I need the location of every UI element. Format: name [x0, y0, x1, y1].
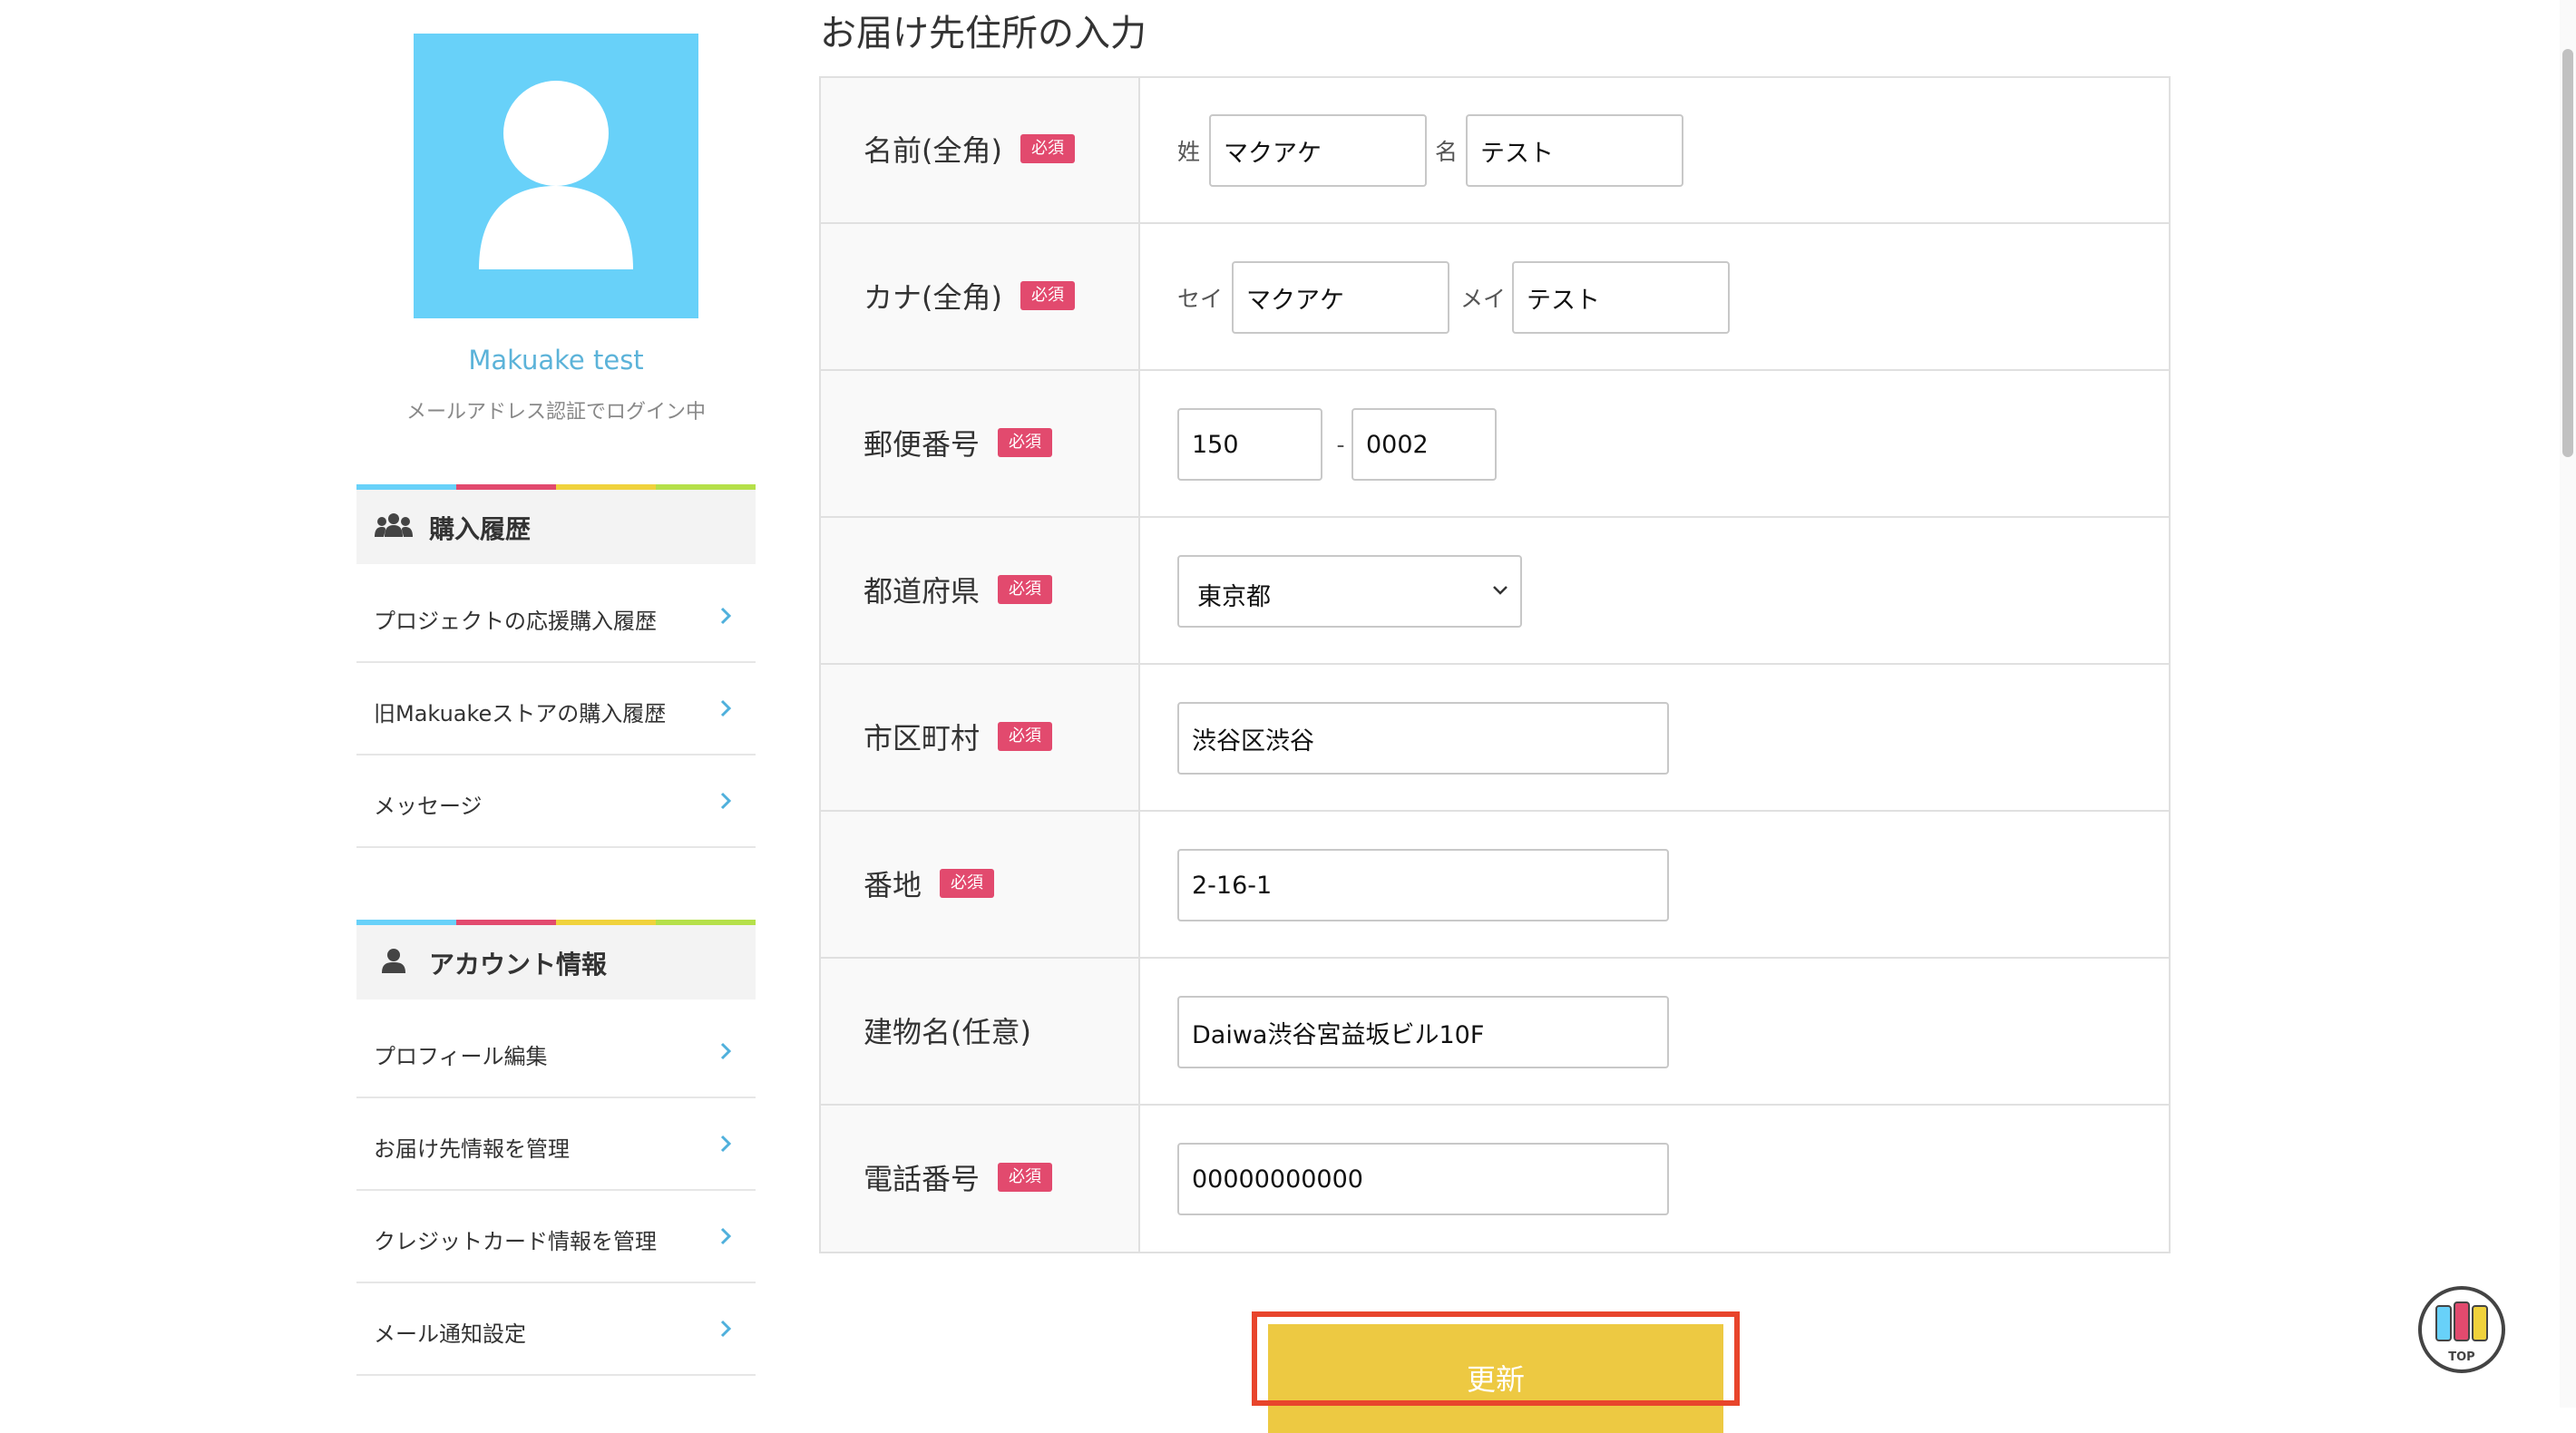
building-label: 建物名(任意)	[864, 1003, 1031, 1058]
postal-separator: -	[1336, 431, 1345, 458]
chevron-right-icon	[720, 1227, 732, 1245]
row-divider	[821, 222, 2169, 224]
color-stripe	[356, 484, 756, 490]
sidebar-item-label: メール通知設定	[374, 1321, 526, 1347]
chevron-right-icon	[720, 792, 732, 810]
required-badge: 必須	[998, 428, 1053, 457]
kana-label: カナ(全角) 必須	[864, 268, 1075, 323]
postal-code-part1-input[interactable]	[1177, 408, 1322, 481]
last-name-input[interactable]	[1209, 114, 1427, 187]
last-kana-prefix: セイ	[1177, 286, 1224, 312]
purchase-history-header: 購入履歴	[356, 484, 756, 564]
people-icon	[375, 513, 413, 537]
first-kana-input[interactable]	[1512, 261, 1730, 334]
sidebar-item-label: お届け先情報を管理	[374, 1136, 570, 1162]
required-badge: 必須	[998, 1163, 1053, 1192]
sidebar-item-messages[interactable]: メッセージ	[356, 755, 756, 848]
required-badge: 必須	[1020, 134, 1075, 163]
chevron-right-icon	[720, 699, 732, 717]
last-name-prefix: 姓	[1177, 139, 1201, 165]
prefecture-label: 都道府県 必須	[864, 562, 1053, 617]
field-label: 番地	[864, 868, 922, 902]
building-input[interactable]	[1177, 996, 1669, 1068]
name-label: 名前(全角) 必須	[864, 122, 1075, 176]
address-label: 番地 必須	[864, 856, 995, 911]
required-badge: 必須	[998, 575, 1053, 604]
city-label: 市区町村 必須	[864, 709, 1053, 764]
makuake-top-icon[interactable]: TOP	[2416, 1284, 2507, 1375]
section-title: 購入履歴	[429, 514, 532, 544]
sidebar-item-profile-edit[interactable]: プロフィール編集	[356, 1005, 756, 1098]
field-label: 電話番号	[864, 1162, 981, 1196]
postal-code-part2-input[interactable]	[1351, 408, 1497, 481]
phone-label: 電話番号 必須	[864, 1150, 1053, 1204]
sidebar-item-label: プロフィール編集	[374, 1044, 548, 1069]
sidebar-item-shipping-address[interactable]: お届け先情報を管理	[356, 1097, 756, 1191]
chevron-right-icon	[720, 1320, 732, 1338]
field-label: 市区町村	[864, 721, 981, 755]
chevron-right-icon	[720, 1135, 732, 1153]
sidebar-item-email-notifications[interactable]: メール通知設定	[356, 1282, 756, 1376]
avatar	[414, 34, 698, 318]
field-label: カナ(全角)	[864, 280, 1002, 315]
first-name-prefix: 名	[1435, 139, 1459, 165]
field-label: 建物名(任意)	[864, 1015, 1031, 1049]
color-stripe	[356, 920, 756, 925]
top-button-label: TOP	[2448, 1350, 2474, 1364]
last-kana-input[interactable]	[1232, 261, 1449, 334]
row-divider	[821, 810, 2169, 812]
prefecture-selected-value: 東京都	[1197, 583, 1271, 611]
required-badge: 必須	[998, 722, 1053, 751]
street-address-input[interactable]	[1177, 849, 1669, 921]
account-info-header: アカウント情報	[356, 920, 756, 999]
phone-input[interactable]	[1177, 1143, 1669, 1215]
sidebar-item-credit-card[interactable]: クレジットカード情報を管理	[356, 1190, 756, 1283]
scrollbar-thumb[interactable]	[2562, 49, 2573, 457]
section-title: アカウント情報	[429, 950, 608, 980]
page-title: お届け先住所の入力	[820, 13, 1147, 54]
required-badge: 必須	[940, 869, 995, 898]
sidebar-item-label: プロジェクトの応援購入履歴	[374, 609, 657, 634]
sidebar-item-old-store-history[interactable]: 旧Makuakeストアの購入履歴	[356, 662, 756, 755]
sidebar-item-label: クレジットカード情報を管理	[374, 1229, 657, 1254]
highlight-frame	[1252, 1311, 1740, 1406]
first-kana-prefix: メイ	[1460, 286, 1507, 312]
field-label: 都道府県	[864, 574, 981, 609]
city-input[interactable]	[1177, 702, 1669, 775]
row-divider	[821, 663, 2169, 665]
postal-label: 郵便番号 必須	[864, 415, 1053, 470]
field-label: 名前(全角)	[864, 133, 1002, 168]
user-silhouette-icon	[479, 81, 633, 269]
prefecture-select[interactable]: 東京都	[1177, 555, 1522, 628]
label-column	[821, 78, 1140, 1252]
chevron-right-icon	[720, 1042, 732, 1060]
first-name-input[interactable]	[1466, 114, 1683, 187]
user-name[interactable]: Makuake test	[356, 345, 756, 375]
row-divider	[821, 957, 2169, 959]
chevron-right-icon	[720, 607, 732, 625]
chevron-down-icon	[1493, 586, 1508, 595]
login-status: メールアドレス認証でログイン中	[405, 401, 706, 424]
required-badge: 必須	[1020, 281, 1075, 310]
row-divider	[821, 1104, 2169, 1106]
row-divider	[821, 369, 2169, 371]
person-icon	[382, 949, 405, 973]
sidebar-item-label: 旧Makuakeストアの購入履歴	[374, 701, 667, 726]
sidebar-item-project-purchase-history[interactable]: プロジェクトの応援購入履歴	[356, 570, 756, 663]
row-divider	[821, 516, 2169, 518]
field-label: 郵便番号	[864, 427, 981, 462]
sidebar-item-label: メッセージ	[374, 794, 483, 819]
